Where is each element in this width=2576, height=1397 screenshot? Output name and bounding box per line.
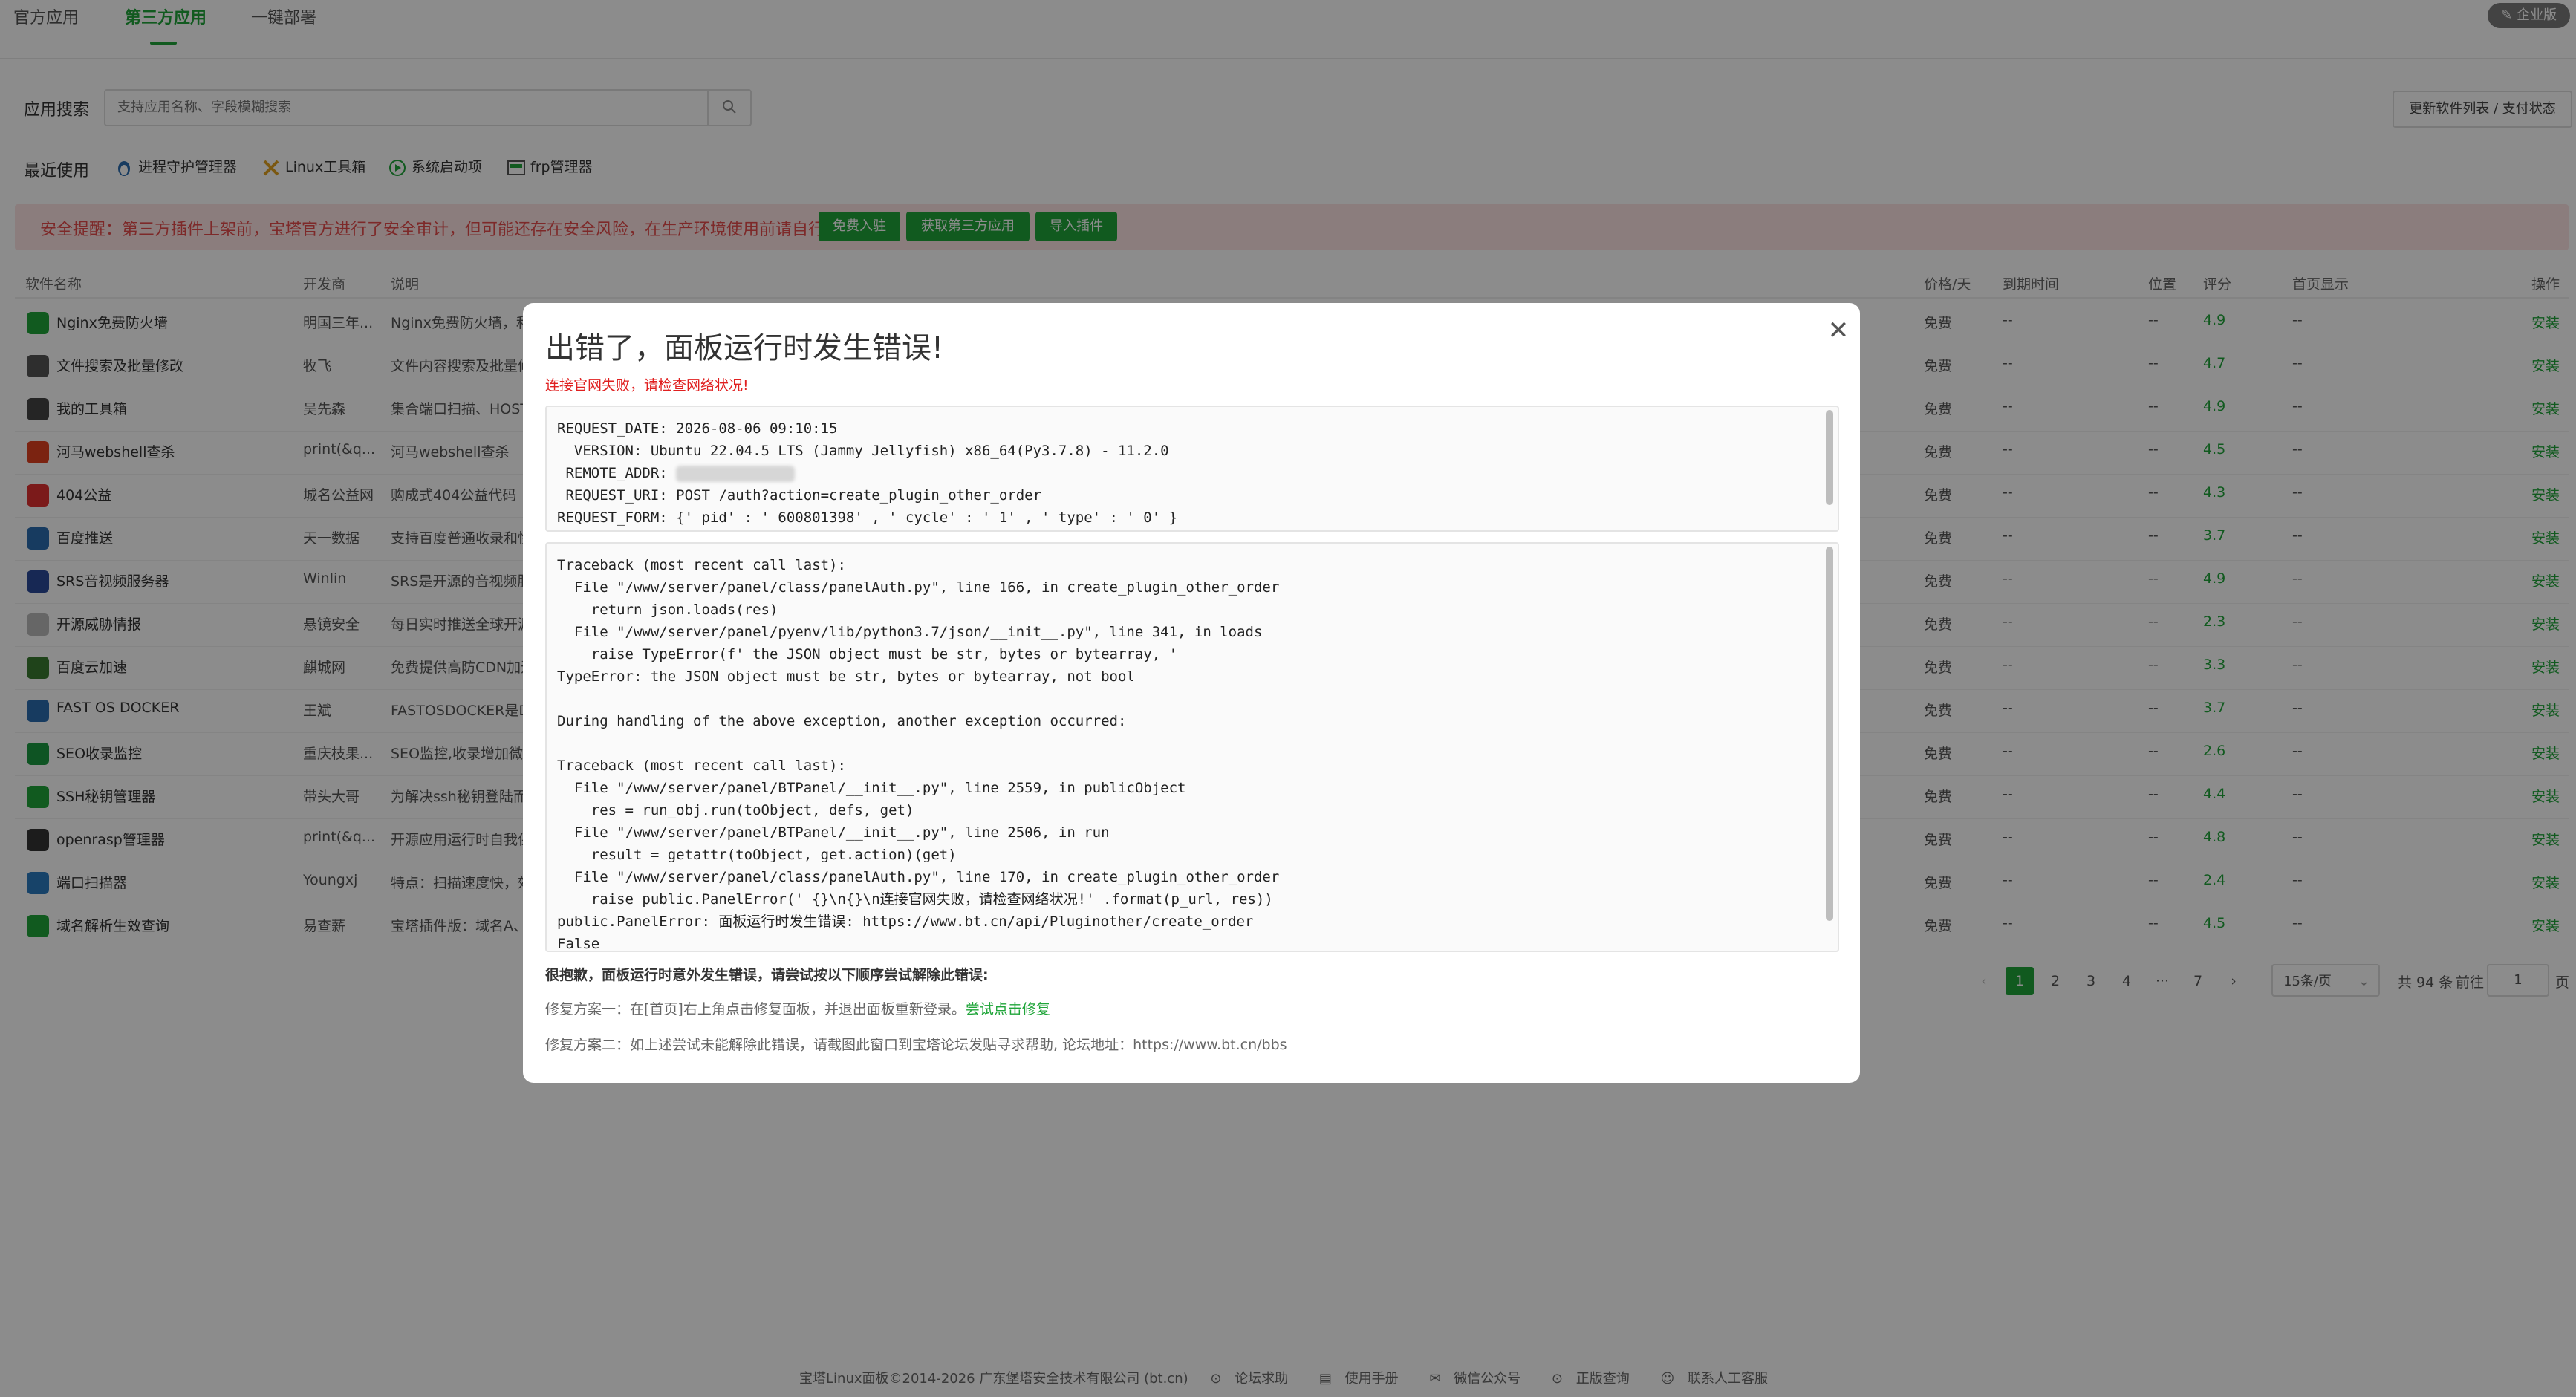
- request-info: REQUEST_DATE: 2026-08-06 09:10:15 VERSIO…: [547, 407, 1838, 530]
- help-title: 很抱歉，面板运行时意外发生错误，请尝试按以下顺序尝试解除此错误:: [545, 967, 989, 983]
- request-form: REQUEST_FORM: {' pid' : ' 600801398' , '…: [557, 509, 1178, 526]
- traceback-text: Traceback (most recent call last): File …: [557, 557, 1280, 952]
- traceback-box[interactable]: Traceback (most recent call last): File …: [545, 542, 1839, 952]
- fix-plan-2: 修复方案二：如上述尝试未能解除此错误，请截图此窗口到宝塔论坛发贴寻求帮助, 论坛…: [545, 1037, 1287, 1053]
- modal-subtitle: 连接官网失败，请检查网络状况!: [545, 377, 749, 394]
- traceback-scrollbar[interactable]: [1826, 547, 1833, 921]
- request-info-box[interactable]: REQUEST_DATE: 2026-08-06 09:10:15 VERSIO…: [545, 406, 1839, 532]
- request-uri: REQUEST_URI: POST /auth?action=create_pl…: [557, 487, 1042, 504]
- redacted-ip: [676, 465, 796, 482]
- request-date: REQUEST_DATE: 2026-08-06 09:10:15: [557, 420, 838, 437]
- modal-title: 出错了，面板运行时发生错误!: [545, 331, 944, 365]
- try-repair-link[interactable]: 尝试点击修复: [966, 1001, 1050, 1017]
- fix-plan-1: 修复方案一：在[首页]右上角点击修复面板，并退出面板重新登录。尝试点击修复: [545, 998, 1050, 1018]
- request-scrollbar[interactable]: [1826, 410, 1833, 505]
- request-version: VERSION: Ubuntu 22.04.5 LTS (Jammy Jelly…: [557, 443, 1169, 459]
- error-modal: 出错了，面板运行时发生错误! ✕ 连接官网失败，请检查网络状况! REQUEST…: [523, 303, 1860, 1083]
- fix-plan-1-text: 修复方案一：在[首页]右上角点击修复面板，并退出面板重新登录。: [545, 1001, 966, 1017]
- close-icon[interactable]: ✕: [1824, 316, 1853, 345]
- request-remote-addr: REMOTE_ADDR:: [557, 465, 677, 481]
